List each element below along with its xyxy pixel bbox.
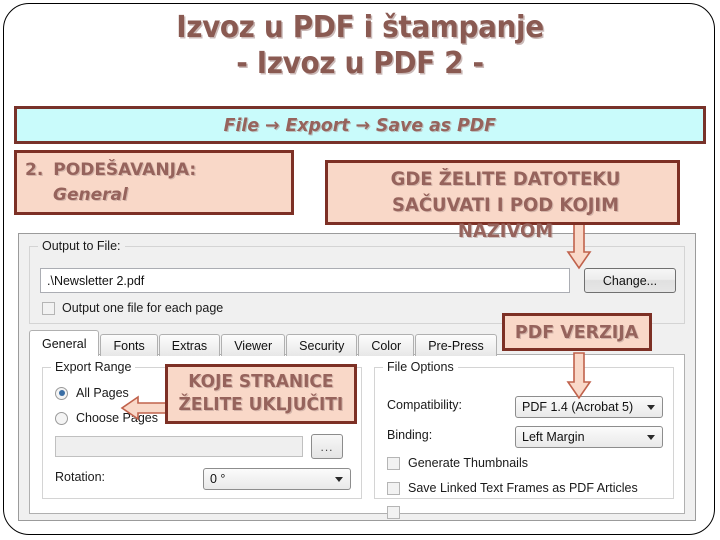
radio-all-pages[interactable]: All Pages <box>55 386 129 400</box>
callout-pdf-version-text: PDF VERZIJA <box>515 321 639 343</box>
change-button[interactable]: Change... <box>584 268 676 293</box>
checkbox-generate-thumbnails[interactable]: Generate Thumbnails <box>387 456 528 470</box>
tab-color[interactable]: Color <box>358 334 415 356</box>
radio-button-icon[interactable] <box>55 411 68 425</box>
slide: Izvoz u PDF i štampanje - Izvoz u PDF 2 … <box>0 0 720 540</box>
callout-where-to-save: GDE ŽELITE DATOTEKU SAČUVATI I POD KOJIM… <box>325 160 680 242</box>
checkbox-save-linked-text-frames[interactable]: Save Linked Text Frames as PDF Articles <box>387 481 638 495</box>
checkbox-box-icon[interactable] <box>42 301 55 315</box>
dialog-tabs[interactable]: General Fonts Extras Viewer Security Col… <box>29 330 498 356</box>
tab-fonts-label: Fonts <box>113 338 145 353</box>
export-range-label: Export Range <box>51 360 136 374</box>
tab-viewer-label: Viewer <box>234 338 273 353</box>
callout-settings-line1: 2. PODEŠAVANJA: <box>25 158 291 183</box>
chevron-down-icon[interactable] <box>647 405 655 410</box>
binding-dropdown[interactable]: Left Margin <box>515 426 663 448</box>
pdf-export-dialog: Output to File: .\Newsletter 2.pdf Chang… <box>18 233 696 521</box>
output-file-path-input[interactable]: .\Newsletter 2.pdf <box>40 268 570 293</box>
callout-pdf-version: PDF VERZIJA <box>502 313 652 351</box>
tab-color-label: Color <box>371 338 402 353</box>
output-one-file-per-page-label: Output one file for each page <box>62 301 224 315</box>
tab-extras[interactable]: Extras <box>158 334 221 356</box>
callout-where-line2: SAČUVATI I POD KOJIM <box>392 195 619 216</box>
checkbox-box-icon[interactable] <box>387 456 400 470</box>
arrow-left-icon-all-pages <box>120 395 168 426</box>
menu-path-text: File → Export → Save as PDF <box>223 114 497 136</box>
choose-pages-input[interactable] <box>55 436 303 457</box>
menu-path-banner: File → Export → Save as PDF <box>14 106 706 144</box>
rotation-label: Rotation: <box>55 470 106 484</box>
tab-extras-label: Extras <box>171 338 208 353</box>
title-line-2: - Izvoz u PDF 2 - <box>236 46 484 81</box>
choose-pages-browse-button[interactable]: ... <box>311 434 343 459</box>
callout-settings-heading: PODEŠAVANJA: <box>53 160 197 180</box>
binding-label: Binding: <box>387 428 433 442</box>
title-line-1: Izvoz u PDF i štampanje <box>176 10 544 45</box>
output-to-file-label: Output to File: <box>38 239 125 253</box>
callout-which-pages: KOJE STRANICE ŽELITE UKLJUČITI <box>165 364 357 424</box>
rotation-dropdown[interactable]: 0 ° <box>203 468 351 490</box>
rotation-value: 0 ° <box>210 472 226 486</box>
binding-row: Binding: <box>387 428 432 442</box>
arrow-down-icon-compatibility <box>566 352 592 405</box>
callout-settings-number: 2. <box>25 160 44 180</box>
callout-settings-line2: General <box>53 185 128 205</box>
tab-general[interactable]: General <box>29 330 100 356</box>
tab-pre-press-label: Pre-Press <box>428 338 484 353</box>
file-options-group: File Options Compatibility: PDF 1.4 (Acr… <box>374 360 674 519</box>
change-button-label: Change... <box>602 273 658 288</box>
rotation-row: Rotation: <box>55 470 105 484</box>
callout-which-pages-line2: ŽELITE UKLJUČITI <box>178 395 344 415</box>
tab-viewer[interactable]: Viewer <box>221 334 286 356</box>
callout-which-pages-line1: KOJE STRANICE <box>188 372 334 392</box>
save-linked-text-frames-label: Save Linked Text Frames as PDF Articles <box>408 481 638 495</box>
tab-pre-press[interactable]: Pre-Press <box>415 334 497 356</box>
callout-where-text: GDE ŽELITE DATOTEKU SAČUVATI I POD KOJIM… <box>333 167 677 245</box>
file-options-label: File Options <box>383 360 458 374</box>
compatibility-row: Compatibility: <box>387 398 462 412</box>
output-one-file-per-page-checkbox[interactable]: Output one file for each page <box>42 301 223 315</box>
callout-where-line1: GDE ŽELITE DATOTEKU <box>390 169 621 190</box>
radio-button-icon-selected[interactable] <box>55 386 68 400</box>
tab-general-label: General <box>42 336 87 351</box>
tab-fonts[interactable]: Fonts <box>100 334 158 356</box>
tab-security[interactable]: Security <box>286 334 358 356</box>
checkbox-box-icon[interactable] <box>387 481 400 495</box>
callout-where-line3: NAZIVOM <box>457 221 554 242</box>
checkbox-partially-visible[interactable] <box>387 506 400 519</box>
output-file-path-value: .\Newsletter 2.pdf <box>47 273 145 288</box>
tab-security-label: Security <box>299 338 345 353</box>
callout-settings: 2. PODEŠAVANJA: General <box>14 150 294 215</box>
chevron-down-icon[interactable] <box>335 477 343 482</box>
choose-pages-browse-label: ... <box>320 439 334 454</box>
generate-thumbnails-label: Generate Thumbnails <box>408 456 528 470</box>
binding-value: Left Margin <box>522 430 585 444</box>
page-title: Izvoz u PDF i štampanje - Izvoz u PDF 2 … <box>0 10 720 82</box>
chevron-down-icon[interactable] <box>647 435 655 440</box>
compatibility-label: Compatibility: <box>387 398 463 412</box>
checkbox-box-icon[interactable] <box>387 506 400 519</box>
